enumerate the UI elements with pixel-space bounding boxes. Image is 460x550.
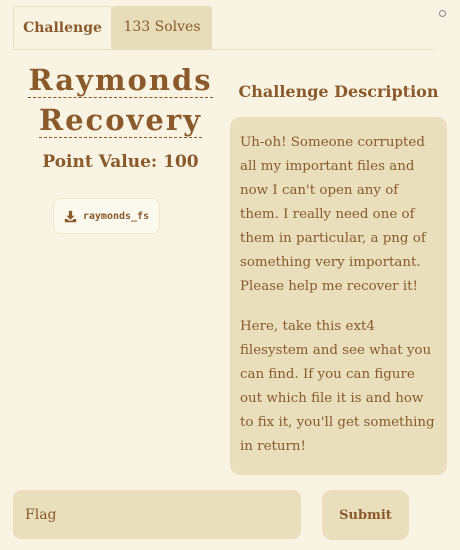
submit-button[interactable]: Submit — [322, 490, 409, 540]
download-file-button[interactable]: raymonds_fs — [53, 198, 160, 234]
challenge-info: Raymonds Recovery Point Value: 100 raymo… — [13, 60, 228, 234]
challenge-title-line2: Recovery — [39, 103, 202, 138]
description-paragraph-2: Here, take this ext4 filesystem and see … — [240, 319, 435, 454]
file-name: raymonds_fs — [82, 210, 150, 222]
flag-input[interactable] — [13, 490, 301, 539]
challenge-title-line1: Raymonds — [28, 63, 213, 98]
tab-solves[interactable]: 133 Solves — [112, 6, 212, 49]
description-box: Uh-oh! Someone corrupted all my importan… — [230, 117, 447, 475]
tab-challenge[interactable]: Challenge — [13, 6, 112, 49]
description-heading: Challenge Description — [238, 82, 439, 101]
challenge-title: Raymonds Recovery — [13, 60, 228, 140]
challenge-tabs: Challenge 133 Solves — [13, 6, 433, 50]
description-paragraph-1: Uh-oh! Someone corrupted all my importan… — [240, 135, 426, 294]
close-icon[interactable] — [439, 10, 446, 17]
point-value: Point Value: 100 — [42, 152, 199, 172]
download-icon — [64, 210, 77, 222]
